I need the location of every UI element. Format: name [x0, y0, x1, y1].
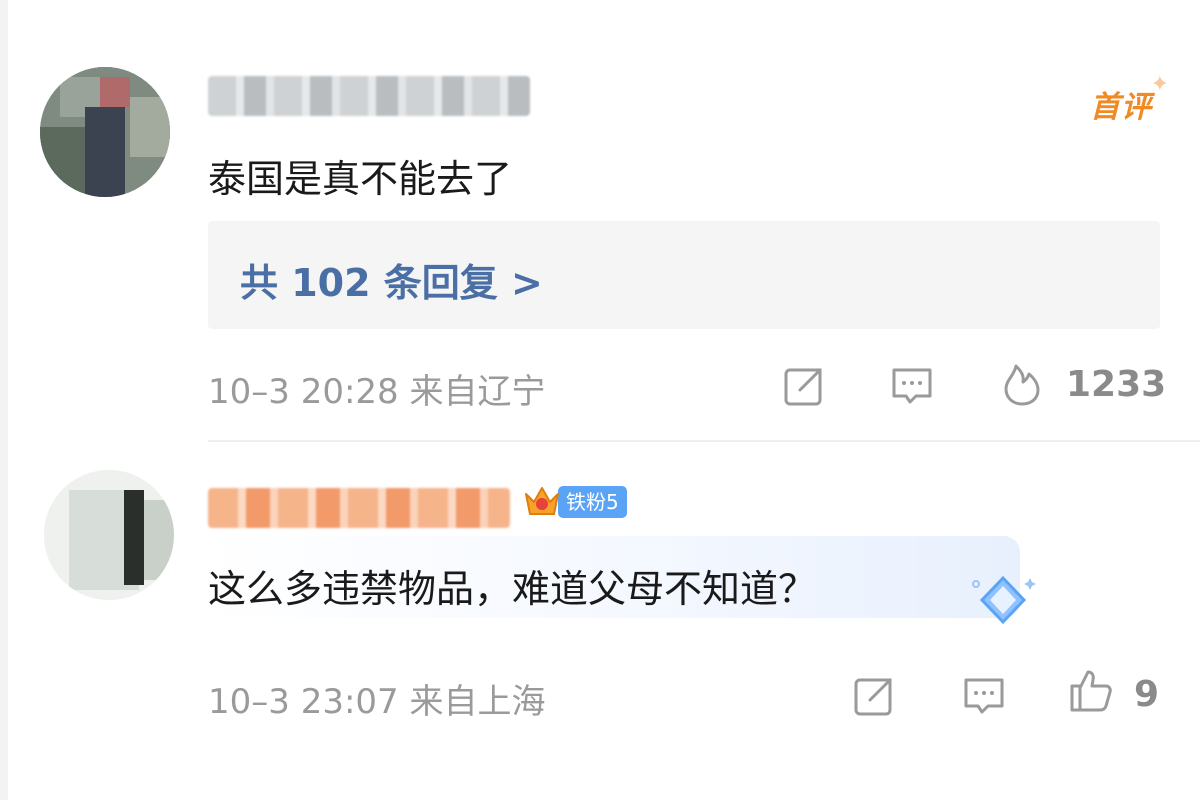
comment-meta: 10–3 20:28 来自辽宁 [208, 372, 546, 412]
comment-icon[interactable] [960, 672, 1008, 720]
comment-item: 铁粉5 这么多违禁物品，难道父母不知道？ 10–3 23:07 来自上海 9 [0, 444, 1200, 800]
username-blurred[interactable] [208, 488, 510, 528]
comment-text: 这么多违禁物品，难道父母不知道？ [208, 567, 817, 611]
thumbs-up-icon[interactable] [1066, 666, 1114, 714]
share-icon[interactable] [850, 672, 898, 720]
username-blurred[interactable] [208, 76, 530, 116]
like-count: 9 [1134, 674, 1160, 715]
replies-link[interactable]: 共 102 条回复 > [240, 252, 543, 307]
comment-icon[interactable] [888, 362, 936, 410]
avatar[interactable] [44, 470, 174, 600]
avatar[interactable] [40, 67, 170, 197]
fan-badge: 铁粉5 [522, 484, 627, 520]
replies-box[interactable]: 共 102 条回复 > [208, 221, 1160, 329]
divider [208, 440, 1200, 442]
fan-level-tag: 铁粉5 [558, 486, 627, 518]
crown-icon [525, 487, 559, 515]
comment-text: 泰国是真不能去了 [208, 157, 513, 201]
first-comment-badge: 首评 [1090, 72, 1170, 126]
share-icon[interactable] [780, 362, 828, 410]
like-count: 1233 [1066, 364, 1167, 405]
comment-meta: 10–3 23:07 来自上海 [208, 682, 546, 722]
comment-item: 首评 泰国是真不能去了 共 102 条回复 > 10–3 20:28 来自辽宁 … [0, 0, 1200, 440]
diamond-decoration-icon [972, 575, 1036, 625]
fire-icon[interactable] [998, 360, 1046, 408]
